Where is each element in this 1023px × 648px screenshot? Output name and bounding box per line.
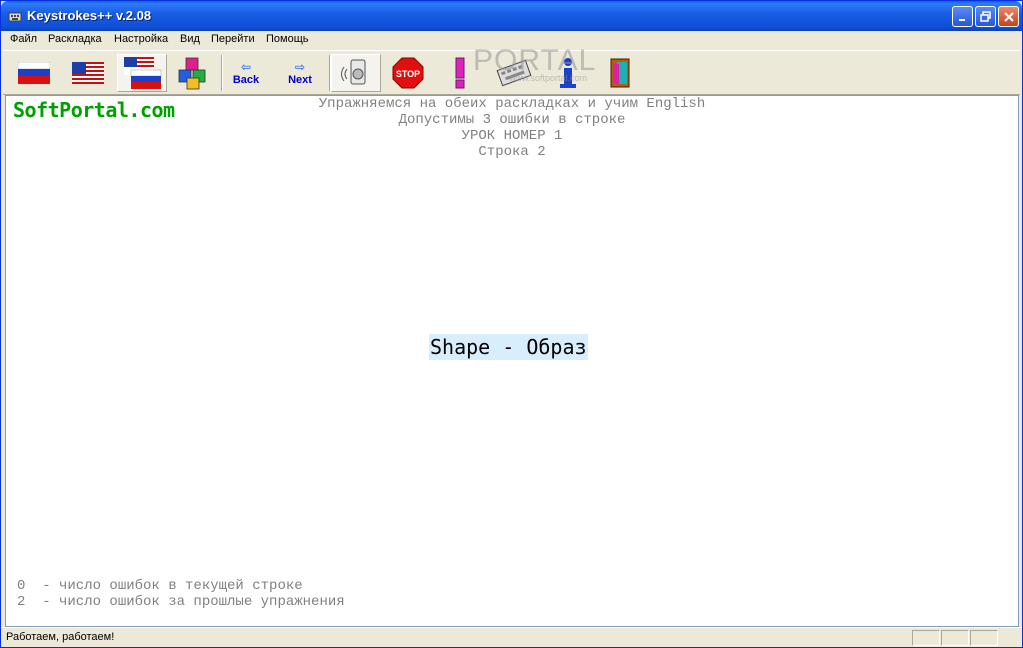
menu-file[interactable]: Файл [10, 33, 37, 45]
minimize-button[interactable] [952, 6, 973, 27]
lesson-header-line-2: Допустимы 3 ошибки в строке [398, 112, 626, 128]
current-errors-line: 0 - число ошибок в текущей строке [17, 578, 303, 594]
back-button[interactable]: ⇦ Back [221, 54, 271, 92]
sound-button[interactable] [331, 54, 381, 92]
exercise-text: Shape - Образ [429, 334, 588, 360]
stop-text: STOP [396, 69, 420, 79]
line-number: Строка 2 [478, 144, 546, 160]
toolbar: ⇦ Back ⇨ Next STOP PORTAL www.softportal… [3, 44, 1020, 95]
arrow-right-icon: ⇨ [294, 59, 306, 74]
lesson-number: УРОК НОМЕР 1 [461, 128, 563, 144]
next-button[interactable]: ⇨ Next [275, 54, 325, 92]
russia-flag-icon [18, 62, 50, 84]
english-layout-button[interactable] [63, 54, 113, 92]
status-bar: Работаем, работаем! [1, 627, 1022, 647]
lesson-area[interactable]: SoftPortal.com Упражняемся на обеих раск… [5, 95, 1019, 627]
app-window: Keystrokes++ v.2.08 Файл Раскладка Настр… [0, 0, 1023, 648]
menu-go[interactable]: Перейти [211, 33, 255, 45]
russian-layout-button[interactable] [9, 54, 59, 92]
close-icon [1003, 11, 1014, 22]
minimize-icon [958, 18, 965, 21]
back-label: Back [232, 73, 260, 86]
arrow-left-icon: ⇦ [240, 59, 252, 74]
usa-flag-icon [72, 62, 104, 84]
watermark-url: www.softportal.com [509, 73, 588, 83]
status-text: Работаем, работаем! [6, 631, 115, 643]
status-cell [912, 630, 940, 646]
app-icon [7, 8, 23, 24]
stop-icon: STOP [392, 57, 424, 89]
both-layouts-button[interactable] [117, 54, 167, 92]
next-label: Next [288, 73, 312, 86]
speaker-icon [341, 59, 366, 85]
cubes-button[interactable] [169, 54, 219, 92]
both-flags-icon [124, 57, 162, 89]
exit-button[interactable] [595, 54, 645, 92]
cubes-icon [178, 57, 206, 90]
previous-errors-line: 2 - число ошибок за прошлые упражнения [17, 594, 345, 610]
close-button[interactable] [998, 6, 1019, 27]
window-title: Keystrokes++ v.2.08 [27, 8, 152, 23]
restore-button[interactable] [975, 6, 996, 27]
stop-button[interactable]: STOP [383, 54, 433, 92]
menu-help[interactable]: Помощь [266, 33, 309, 45]
menu-settings[interactable]: Настройка [114, 33, 168, 45]
lesson-header-line-1: Упражняемся на обеих раскладках и учим E… [318, 96, 706, 112]
magenta-figure-icon [455, 57, 465, 89]
restore-icon [980, 11, 991, 22]
exit-door-icon [610, 58, 630, 88]
title-bar[interactable]: Keystrokes++ v.2.08 [1, 1, 1022, 31]
status-cell [970, 630, 998, 646]
menu-layout[interactable]: Раскладка [48, 33, 102, 45]
menu-view[interactable]: Вид [180, 33, 200, 45]
status-cell [941, 630, 969, 646]
